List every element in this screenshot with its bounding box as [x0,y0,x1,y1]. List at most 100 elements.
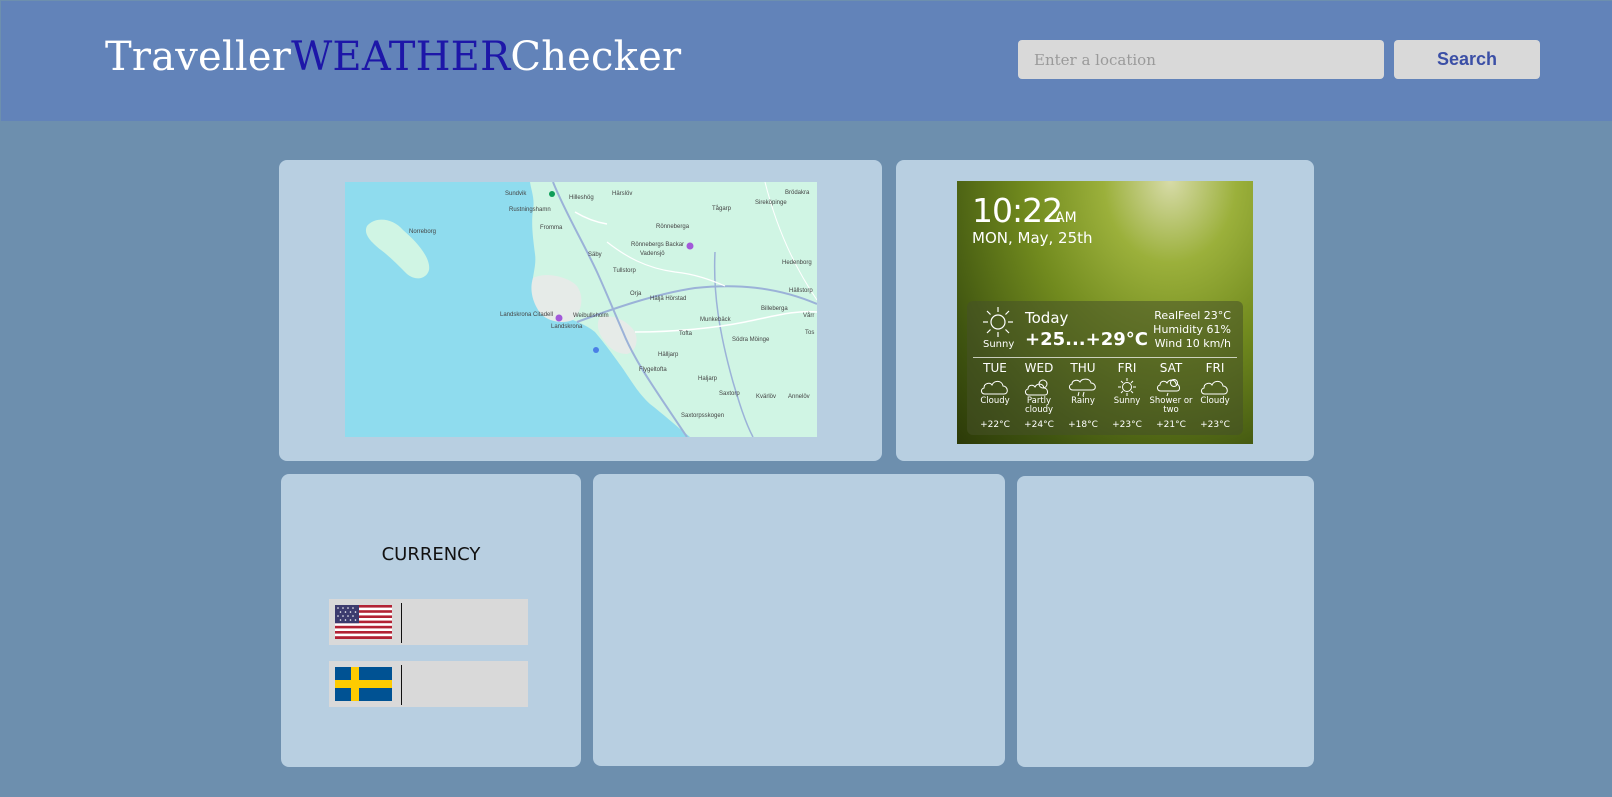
map-card: Sundvik Hilleshög Härslöv Brödakra Rustn… [279,160,882,461]
weather-card: 10:22 AM MON, May, 25th Sunny Today +25.… [896,160,1314,461]
currency-row-sek [329,661,528,707]
us-flag-icon [335,605,392,639]
svg-text:Kvärlöv: Kvärlöv [756,394,776,400]
today-label: Today [1025,309,1069,327]
forecast-condition: Partly cloudy [1024,396,1054,415]
map-canvas: Sundvik Hilleshög Härslöv Brödakra Rustn… [345,182,817,437]
svg-text:Rönnebergs Backar: Rönnebergs Backar [631,242,684,248]
svg-text:Landskrona: Landskrona [551,324,583,330]
svg-text:Landskrona Citadell: Landskrona Citadell [500,312,553,318]
clock-time: 10:22 [972,191,1063,230]
svg-text:Hedenborg: Hedenborg [782,260,812,266]
svg-text:Hilleshög: Hilleshög [569,195,594,201]
svg-text:Tofta: Tofta [679,331,693,337]
forecast-day: FRI Cloudy +23°C [1193,361,1237,430]
clock-ampm: AM [1055,210,1077,226]
forecast-condition: Cloudy [1200,396,1230,406]
sun-icon [1105,377,1149,397]
empty-card-right [1017,476,1314,767]
wind-value: Wind 10 km/h [1154,337,1231,350]
forecast-day: WED Partly cloudy +24°C [1017,361,1061,430]
forecast-temp: +18°C [1068,420,1098,430]
svg-text:Vadensjö: Vadensjö [640,251,665,257]
svg-text:Billeberga: Billeberga [761,306,788,312]
svg-text:Härslöv: Härslöv [612,191,632,197]
sun-icon [981,305,1015,343]
forecast-day-label: THU [1070,361,1096,375]
svg-text:Hälljarp: Hälljarp [658,352,679,358]
currency-card: CURRENCY [281,474,581,767]
svg-text:Rustningshamn: Rustningshamn [509,207,551,213]
svg-text:Saxtorpsskogen: Saxtorpsskogen [681,413,724,419]
location-search-input[interactable] [1018,40,1384,79]
forecast-day-label: FRI [1117,361,1137,375]
svg-text:Tullstorp: Tullstorp [613,268,636,274]
svg-text:Saxtorp: Saxtorp [719,391,740,397]
weather-divider [973,357,1237,358]
partly-cloudy-icon [1017,377,1061,397]
svg-text:Rönneberga: Rönneberga [656,224,690,230]
sweden-flag-icon [335,667,392,701]
input-divider [401,665,402,705]
svg-text:Sireköpinge: Sireköpinge [755,200,787,206]
weather-panel: Sunny Today +25...+29°C RealFeel 23°C Hu… [967,301,1243,435]
svg-text:Orja: Orja [630,291,642,297]
cloud-icon [973,377,1017,397]
usd-amount-input[interactable] [405,603,527,643]
header-bar: TravellerWEATHERChecker Search [1,1,1612,121]
forecast-temp: +21°C [1156,420,1186,430]
sek-amount-input[interactable] [405,665,527,705]
humidity-value: Humidity 61% [1153,323,1231,336]
svg-text:Flygeltofta: Flygeltofta [639,367,667,373]
forecast-temp: +23°C [1200,420,1230,430]
app-title-part-3: Checker [510,34,682,80]
rain-icon [1061,377,1105,397]
empty-card-middle [593,474,1005,766]
forecast-row: TUE Cloudy +22°C WED Partly cloudy +24°C… [973,361,1237,430]
forecast-condition: Shower or two [1149,396,1193,415]
forecast-temp: +22°C [980,420,1010,430]
today-temperature: +25...+29°C [1025,329,1148,350]
realfeel-value: RealFeel 23°C [1154,309,1231,322]
forecast-day: THU Rainy +18°C [1061,361,1105,430]
shower-icon [1149,377,1193,397]
svg-text:Munkebäck: Munkebäck [700,317,732,323]
svg-text:Häljä Hörstad: Häljä Hörstad [650,296,686,302]
currency-row-usd [329,599,528,645]
svg-text:Tågarp: Tågarp [712,205,732,212]
app-title-part-1: Traveller [105,34,292,80]
forecast-condition: Rainy [1071,396,1095,406]
forecast-temp: +24°C [1024,420,1054,430]
forecast-day: FRI Sunny +23°C [1105,361,1149,430]
weather-details: RealFeel 23°C Humidity 61% Wind 10 km/h [1153,309,1231,351]
svg-text:Brödakra: Brödakra [785,190,810,196]
svg-text:Annelöv: Annelöv [788,394,810,400]
forecast-day-label: FRI [1205,361,1225,375]
map-view[interactable]: Sundvik Hilleshög Härslöv Brödakra Rustn… [345,182,817,437]
forecast-temp: +23°C [1112,420,1142,430]
forecast-day-label: SAT [1159,361,1183,375]
app-title: TravellerWEATHERChecker [105,34,681,80]
cloud-icon [1193,377,1237,397]
svg-text:Norreborg: Norreborg [409,229,436,235]
clock-date: MON, May, 25th [972,229,1093,247]
svg-text:Södra Möinge: Södra Möinge [732,337,770,343]
svg-text:Vårr: Vårr [803,312,814,319]
svg-text:Säby: Säby [588,252,602,258]
forecast-day-label: TUE [983,361,1007,375]
svg-text:Tos: Tos [805,330,814,336]
app-title-part-2: WEATHER [291,34,511,80]
forecast-condition: Cloudy [980,396,1010,406]
weather-widget: 10:22 AM MON, May, 25th Sunny Today +25.… [957,181,1253,444]
forecast-day-label: WED [1024,361,1054,375]
svg-text:Hällstorp: Hällstorp [789,288,813,294]
forecast-day: TUE Cloudy +22°C [973,361,1017,430]
currency-title: CURRENCY [381,544,481,565]
input-divider [401,603,402,643]
svg-text:Haljarp: Haljarp [698,376,718,382]
svg-text:Weibullsholm: Weibullsholm [573,313,609,319]
search-button[interactable]: Search [1394,40,1540,79]
forecast-day: SAT Shower or two +21°C [1149,361,1193,430]
today-condition: Sunny [983,339,1015,350]
svg-text:Sundvik: Sundvik [505,191,527,197]
